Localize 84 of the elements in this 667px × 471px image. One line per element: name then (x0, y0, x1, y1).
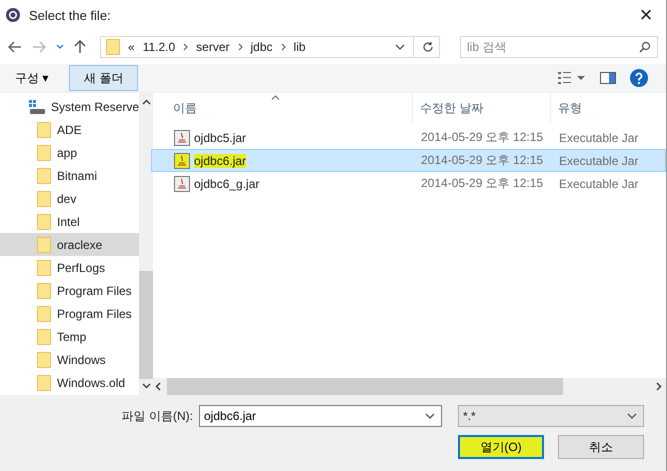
address-bar[interactable]: « 11.2.0 server jdbc lib (100, 36, 440, 58)
type-cell-text: Executable Jar (558, 176, 640, 190)
file-type-dropdown[interactable]: *.* (458, 405, 644, 427)
vertical-scrollbar[interactable] (139, 93, 154, 395)
folder-icon (37, 282, 51, 298)
file-name: ojdbc5.jar (194, 130, 246, 144)
sidebar-item[interactable]: Program Files (0, 302, 140, 325)
chevron-down-icon[interactable] (142, 383, 151, 389)
breadcrumb-item[interactable]: lib (294, 40, 306, 54)
breadcrumb-item[interactable]: jdbc (250, 40, 273, 54)
organize-button[interactable]: 구성 ▾ (8, 65, 56, 91)
chevron-right-icon (238, 43, 243, 51)
folder-icon (37, 214, 51, 230)
folder-icon (37, 168, 51, 184)
folder-icon (37, 306, 51, 322)
sidebar-item[interactable]: Windows.old (0, 371, 140, 394)
folder-icon (37, 374, 51, 390)
new-folder-button[interactable]: 새 폴더 (69, 65, 138, 91)
horizontal-scrollbar[interactable] (151, 378, 666, 395)
java-file-icon (174, 176, 190, 192)
chevron-down-icon[interactable] (395, 44, 405, 50)
back-arrow-icon[interactable] (8, 41, 22, 53)
type-cell-text: Executable Jar (558, 130, 640, 144)
window-title: Select the file: (29, 8, 112, 22)
sidebar-item[interactable]: Intel (0, 210, 140, 233)
folder-icon (37, 122, 51, 138)
folder-icon (37, 190, 51, 206)
folder-icon (106, 39, 120, 55)
sidebar-item[interactable]: dev (0, 187, 140, 210)
folder-icon (37, 352, 51, 368)
chevron-right-icon (280, 43, 286, 51)
java-file-icon (174, 130, 190, 146)
filename-field[interactable]: ojdbc6.jar (199, 405, 442, 427)
sidebar-item[interactable]: System Reserve (0, 95, 140, 118)
view-options-icon[interactable] (558, 72, 586, 84)
chevron-down-icon[interactable] (425, 413, 435, 419)
column-header[interactable]: 이름 (151, 93, 413, 123)
file-name: ojdbc6.jar (194, 154, 246, 168)
column-header[interactable]: 유형 (551, 93, 666, 123)
chevron-down-icon (627, 413, 637, 419)
preview-pane-icon[interactable] (600, 72, 616, 84)
sidebar-item[interactable]: ADE (0, 118, 140, 141)
sidebar-item[interactable]: app (0, 141, 140, 164)
folder-icon (37, 236, 51, 252)
refresh-icon[interactable] (422, 41, 434, 53)
search-icon (639, 41, 651, 53)
sidebar-item[interactable]: Bitnami (0, 164, 140, 187)
chevron-up-icon[interactable] (142, 99, 151, 105)
up-arrow-icon[interactable] (74, 40, 86, 54)
sidebar-item[interactable]: Windows (0, 348, 140, 371)
folder-icon (37, 144, 51, 160)
sidebar-item[interactable]: Program Files (0, 279, 140, 302)
sort-caret-icon (271, 95, 280, 100)
date-cell-text: 2014-05-29 오후 12:15 (420, 129, 544, 146)
date-cell-text: 2014-05-29 오후 12:15 (420, 152, 544, 169)
sidebar-item[interactable]: Temp (0, 325, 140, 348)
file-row[interactable]: ojdbc5.jar 2014-05-29 오후 12:15 Executable Jar (151, 126, 666, 149)
breadcrumb-item[interactable]: 11.2.0 (142, 40, 176, 54)
folder-icon (37, 328, 51, 344)
chevron-right-icon[interactable] (656, 382, 662, 391)
close-button[interactable]: × (626, 0, 666, 30)
drive-icon (29, 100, 45, 114)
chevron-right-icon (183, 43, 188, 51)
file-name: ojdbc6_g.jar (194, 176, 260, 190)
column-header[interactable]: 수정한 날짜 (413, 93, 551, 123)
open-button[interactable]: 열기(O) (458, 435, 544, 459)
chevron-down-icon[interactable] (56, 44, 64, 50)
file-row[interactable]: ojdbc6_g.jar 2014-05-29 오후 12:15 Executable Jar (151, 172, 666, 195)
type-cell-text: Executable Jar (558, 154, 640, 168)
scrollbar-thumb[interactable] (167, 378, 564, 395)
date-cell-text: 2014-05-29 오후 12:15 (420, 175, 544, 192)
search-field[interactable]: lib 검색 (460, 36, 658, 58)
breadcrumb-item[interactable]: server (196, 40, 230, 54)
help-icon[interactable] (630, 69, 648, 87)
sidebar-item[interactable]: PerfLogs (0, 256, 140, 279)
breadcrumb-overflow[interactable]: « (128, 40, 135, 54)
cancel-button[interactable]: 취소 (558, 435, 644, 459)
folder-icon (37, 260, 51, 276)
java-file-icon (174, 152, 190, 168)
sidebar-item[interactable]: oraclexe (0, 233, 140, 256)
scrollbar-thumb[interactable] (139, 271, 154, 379)
chevron-left-icon[interactable] (155, 382, 161, 391)
filename-label: 파일 이름(N): (122, 408, 193, 424)
file-row[interactable]: ojdbc6.jar 2014-05-29 오후 12:15 Executable Jar (151, 149, 666, 172)
